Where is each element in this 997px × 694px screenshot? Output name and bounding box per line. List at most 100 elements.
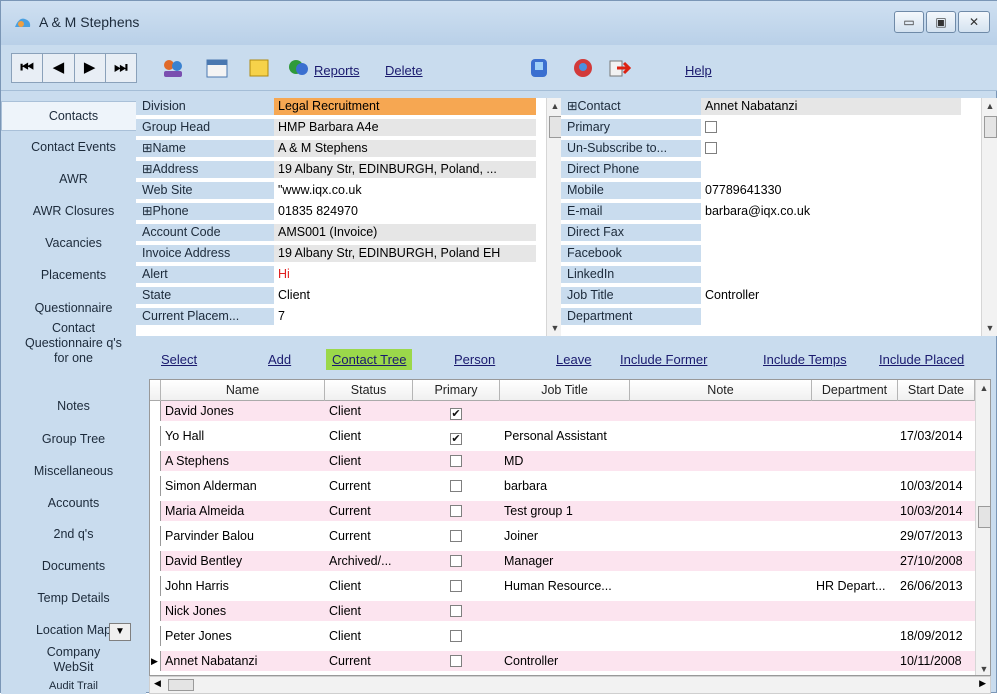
- nav-group-tree[interactable]: Group Tree: [1, 426, 146, 452]
- nav-company-website[interactable]: Company WebSit: [1, 645, 146, 679]
- nav-contact-questionnaire[interactable]: Contact Questionnaire q's for one: [1, 321, 146, 369]
- column-header-primary[interactable]: Primary: [413, 380, 500, 401]
- left_grid-value[interactable]: 19 Albany Str, EDINBURGH, Poland EH: [274, 245, 536, 262]
- exit-icon[interactable]: [607, 57, 631, 79]
- row-selector[interactable]: [150, 426, 161, 446]
- include-temps-link[interactable]: Include Temps: [763, 352, 847, 367]
- last-record-button[interactable]: ⏭: [106, 54, 136, 82]
- table-row[interactable]: A Stephens Client MD: [150, 451, 975, 471]
- add-link[interactable]: Add: [268, 352, 291, 367]
- right_grid-value[interactable]: Controller: [701, 287, 961, 304]
- nav-awr[interactable]: AWR: [1, 166, 146, 192]
- left_grid-value[interactable]: 7: [274, 308, 536, 325]
- left_grid-value[interactable]: 19 Albany Str, EDINBURGH, Poland, ...: [274, 161, 536, 178]
- table-row[interactable]: David Bentley Archived/... Manager 27/10/20…: [150, 551, 975, 571]
- primary-checkbox[interactable]: [450, 655, 462, 667]
- checkbox[interactable]: [705, 142, 717, 154]
- row-selector[interactable]: [150, 401, 161, 421]
- row-selector[interactable]: [150, 651, 161, 671]
- nav-notes[interactable]: Notes: [1, 393, 146, 419]
- primary-checkbox[interactable]: [450, 555, 462, 567]
- column-header-note[interactable]: Note: [630, 380, 812, 401]
- right_grid-value[interactable]: [701, 119, 961, 136]
- right_grid-value[interactable]: [701, 140, 961, 157]
- right_grid-value[interactable]: [701, 245, 961, 262]
- left_grid-value[interactable]: Legal Recruitment: [274, 98, 536, 115]
- next-record-button[interactable]: ▶: [75, 54, 106, 82]
- column-header-start-date[interactable]: Start Date: [898, 380, 975, 401]
- nav-vacancies[interactable]: Vacancies: [1, 230, 146, 256]
- nav-questionnaire[interactable]: Questionnaire: [1, 295, 146, 321]
- primary-checkbox[interactable]: [450, 505, 462, 517]
- row-selector[interactable]: [150, 526, 161, 546]
- left_grid-value[interactable]: 01835 824970: [274, 203, 536, 220]
- right_grid-value[interactable]: barbara@iqx.co.uk: [701, 203, 961, 220]
- close-button[interactable]: ✕: [958, 11, 990, 33]
- right_grid-value[interactable]: [701, 308, 961, 325]
- left_grid-value[interactable]: "www.iqx.co.uk: [274, 182, 536, 199]
- row-selector[interactable]: [150, 576, 161, 596]
- right_grid-value[interactable]: [701, 266, 961, 283]
- table-row[interactable]: Simon Alderman Current barbara 10/03/2014: [150, 476, 975, 496]
- nav-2nd-qs[interactable]: 2nd q's: [1, 521, 146, 547]
- calendar-icon[interactable]: [205, 57, 229, 79]
- minimize-button[interactable]: ▭: [894, 11, 924, 33]
- prev-record-button[interactable]: ◀: [43, 54, 75, 82]
- left_grid-value[interactable]: A & M Stephens: [274, 140, 536, 157]
- left_grid-value[interactable]: Client: [274, 287, 536, 304]
- nav-temp-details[interactable]: Temp Details: [1, 585, 146, 611]
- help-link[interactable]: Help: [685, 63, 712, 78]
- delete-link[interactable]: Delete: [385, 63, 423, 78]
- row-selector[interactable]: [150, 476, 161, 496]
- contact-tree-link[interactable]: Contact Tree: [326, 349, 413, 370]
- table-row[interactable]: Maria Almeida Current Test group 1 10/03/20…: [150, 501, 975, 521]
- row-selector[interactable]: [150, 501, 161, 521]
- nav-contacts[interactable]: Contacts: [1, 101, 146, 131]
- table-row[interactable]: Peter Jones Client 18/09/2012: [150, 626, 975, 646]
- left_grid-value[interactable]: Hi: [274, 266, 536, 283]
- table-row[interactable]: Yo Hall Client Personal Assistant 17/03/201…: [150, 426, 975, 446]
- right_grid-value[interactable]: [701, 224, 961, 241]
- nav-miscellaneous[interactable]: Miscellaneous: [1, 458, 146, 484]
- contacts-icon[interactable]: [571, 57, 595, 79]
- contact-grid-scrollbar[interactable]: ▲ ▼: [981, 98, 997, 336]
- nav-placements[interactable]: Placements: [1, 262, 146, 288]
- left_grid-value[interactable]: HMP Barbara A4e: [274, 119, 536, 136]
- column-header-name[interactable]: Name: [161, 380, 325, 401]
- primary-checkbox[interactable]: [450, 630, 462, 642]
- leave-link[interactable]: Leave: [556, 352, 591, 367]
- select-link[interactable]: Select: [161, 352, 197, 367]
- nav-documents[interactable]: Documents: [1, 553, 146, 579]
- nav-audit-trail[interactable]: Audit Trail: [1, 679, 146, 694]
- include-former-link[interactable]: Include Former: [620, 352, 707, 367]
- nav-contact-events[interactable]: Contact Events: [1, 134, 146, 160]
- table-row[interactable]: Nick Jones Client: [150, 601, 975, 621]
- primary-checkbox[interactable]: [450, 580, 462, 592]
- include-placed-link[interactable]: Include Placed: [879, 352, 964, 367]
- primary-checkbox[interactable]: [450, 455, 462, 467]
- row-selector[interactable]: [150, 601, 161, 621]
- column-header-status[interactable]: Status: [325, 380, 413, 401]
- reports-link[interactable]: Reports: [314, 63, 360, 78]
- person-link[interactable]: Person: [454, 352, 495, 367]
- primary-checkbox[interactable]: [450, 480, 462, 492]
- table-row[interactable]: John Harris Client Human Resource... HR Dep…: [150, 576, 975, 596]
- note-icon[interactable]: [247, 57, 271, 79]
- row-selector[interactable]: [150, 626, 161, 646]
- nav-accounts[interactable]: Accounts: [1, 490, 146, 516]
- nav-scroll-down-button[interactable]: ▼: [109, 623, 131, 641]
- phone-icon[interactable]: [527, 57, 551, 79]
- row-selector[interactable]: [150, 451, 161, 471]
- primary-checkbox[interactable]: [450, 530, 462, 542]
- table-horizontal-scrollbar[interactable]: ◀ ▶: [149, 676, 991, 694]
- right_grid-value[interactable]: 07789641330: [701, 182, 961, 199]
- primary-checkbox[interactable]: [450, 408, 462, 420]
- right_grid-value[interactable]: Annet Nabatanzi: [701, 98, 961, 115]
- row-selector[interactable]: [150, 551, 161, 571]
- maximize-button[interactable]: ▣: [926, 11, 956, 33]
- column-header-department[interactable]: Department: [812, 380, 898, 401]
- primary-checkbox[interactable]: [450, 433, 462, 445]
- people-icon[interactable]: [161, 57, 185, 79]
- first-record-button[interactable]: ⏮: [12, 54, 44, 82]
- right_grid-value[interactable]: [701, 161, 961, 178]
